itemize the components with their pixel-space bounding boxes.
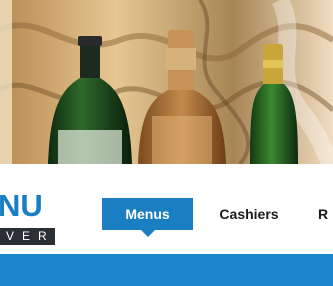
logo-subtitle-text: VER xyxy=(0,228,55,245)
active-caret-icon xyxy=(141,230,155,237)
nav-truncated-label: R xyxy=(318,206,329,222)
nav-menus[interactable]: Menus xyxy=(102,198,193,237)
logo-text[interactable]: NU xyxy=(0,190,43,221)
content-header-band xyxy=(0,254,333,286)
hero-bottles-image xyxy=(0,0,333,164)
nav-menus-label: Menus xyxy=(125,206,170,222)
nav-cashiers-label: Cashiers xyxy=(219,206,279,222)
logo-subtitle: VER xyxy=(0,228,55,245)
nav-item-truncated[interactable]: R xyxy=(318,198,333,230)
hero-banner xyxy=(0,0,333,164)
nav-cashiers[interactable]: Cashiers xyxy=(213,198,285,230)
